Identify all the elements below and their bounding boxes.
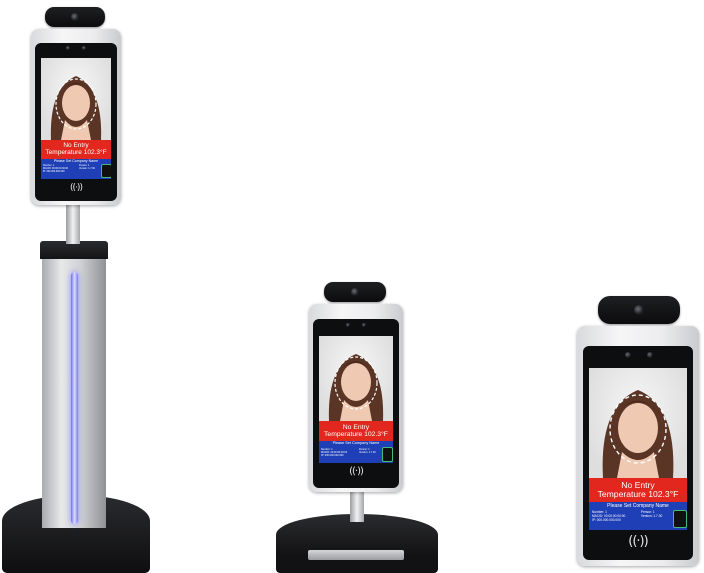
info-panel: Please Set Company Name Number: 1 MACID:… [589,502,687,530]
device-details-right: Person: 1 Version: 1.7.00 [641,510,663,518]
terminal-case: No Entry Temperature 102.3°F Please Set … [577,326,699,566]
desk-stand-pole [350,490,364,522]
product-photo: No Entry Temperature 102.3°F Please Set … [0,0,704,573]
sensor-dot [346,323,350,327]
screen-bezel: No Entry Temperature 102.3°F Please Set … [313,319,399,488]
alert-temperature: Temperature 102.3°F [324,431,388,438]
device-details-right: Person: 1 Version: 1.7.00 [79,164,95,170]
terminal-case: No Entry Temperature 102.3°F Please Set … [31,29,121,205]
desk-stand-device: No Entry Temperature 102.3°F Please Set … [272,280,442,573]
thermal-camera [45,7,105,27]
company-name: Please Set Company Name [332,441,380,445]
alert-banner: No Entry Temperature 102.3°F [41,140,111,159]
nfc-reader-icon: ((·)) [628,534,648,549]
sensor-dot [625,352,631,358]
status-icon [101,164,111,178]
face-photo [319,336,393,421]
face-photo [589,368,687,478]
face-illustration [328,354,384,421]
alert-temperature: Temperature 102.3°F [597,489,679,499]
nfc-reader-icon: ((·)) [70,183,83,193]
info-panel: Please Set Company Name Number: 1 MACID:… [41,159,111,179]
nfc-reader-icon: ((·)) [349,466,364,477]
face-illustration [602,390,674,478]
alert-banner: No Entry Temperature 102.3°F [589,478,687,502]
desk-stand-base [276,514,438,573]
sensor-dot [82,46,86,50]
device-details-right: Person: 1 Version: 1.7.00 [359,448,376,454]
camera-lens [634,305,644,315]
device-details-left: Number: 1 MACID: 00:00:00:00:00 IP: 000.… [321,448,348,457]
sensor-dot [647,352,653,358]
desk-stand-base-plate [308,550,404,560]
status-icon [673,510,687,528]
camera-lens [351,288,359,296]
wall-mount-device: No Entry Temperature 102.3°F Please Set … [574,292,700,573]
sensor-dot [66,46,70,50]
alert-temperature: Temperature 102.3°F [45,148,107,156]
screen-bezel: No Entry Temperature 102.3°F Please Set … [583,346,693,560]
screen-bezel: No Entry Temperature 102.3°F Please Set … [35,43,117,201]
camera-lens [71,13,79,21]
status-icon [382,447,393,462]
floor-stand-device: No Entry Temperature 102.3°F Please Set … [0,0,160,573]
sensor-dot [362,323,366,327]
alert-title: No Entry [342,423,370,431]
floor-stand-light-strip [71,272,78,524]
device-details-left: Number: 1 MACID: 00:00:00:00:00 IP: 000.… [43,164,68,173]
terminal-case: No Entry Temperature 102.3°F Please Set … [309,304,403,492]
thermal-camera [324,282,386,302]
alert-banner: No Entry Temperature 102.3°F [319,421,393,441]
floor-stand-pole [66,200,80,244]
info-panel: Please Set Company Name Number: 1 MACID:… [319,441,393,463]
face-photo [41,58,111,140]
company-name: Please Set Company Name [607,503,669,509]
device-details-left: Number: 1 MACID: 00:00:00:00:00 IP: 000.… [592,510,626,522]
face-illustration [50,76,102,140]
thermal-camera [598,296,680,324]
